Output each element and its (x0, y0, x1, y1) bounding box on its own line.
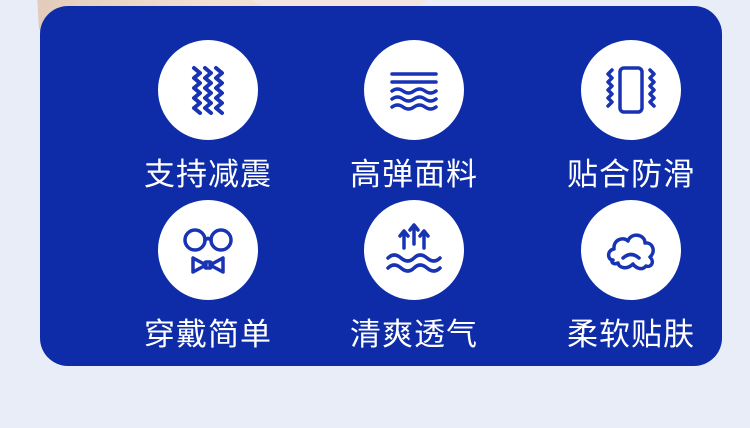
features-panel: 支持减震 高弹面料 贴合防滑 穿戴简单 清爽透气 柔软贴肤 (40, 6, 722, 366)
soft-cloud-icon (606, 233, 655, 271)
feature-icon-circle (158, 40, 258, 140)
feature-breathable: 清爽透气 (314, 200, 514, 354)
feature-label: 高弹面料 (350, 157, 478, 193)
feature-label: 支持减震 (144, 157, 272, 193)
feature-icon-circle (158, 200, 258, 300)
feature-high-elastic: 高弹面料 (314, 40, 514, 194)
feature-label: 贴合防滑 (567, 157, 695, 193)
feature-fit-nonslip: 贴合防滑 (531, 40, 731, 194)
feature-shock-absorb: 支持减震 (108, 40, 308, 194)
feature-label: 穿戴简单 (144, 317, 272, 353)
wave-lines-icon (192, 66, 224, 115)
feature-label: 清爽透气 (350, 317, 478, 353)
feature-icon-circle (364, 40, 464, 140)
feature-icon-circle (581, 200, 681, 300)
feature-icon-circle (581, 40, 681, 140)
feature-icon-circle (364, 200, 464, 300)
feature-easy-wear: 穿戴简单 (108, 200, 308, 354)
glasses-bowtie-icon (183, 228, 233, 274)
non-slip-pad-icon (606, 66, 656, 114)
fabric-layers-icon (390, 72, 438, 111)
feature-soft-skin: 柔软贴肤 (531, 200, 731, 354)
feature-label: 柔软贴肤 (567, 317, 695, 353)
breathable-air-icon (386, 223, 442, 273)
